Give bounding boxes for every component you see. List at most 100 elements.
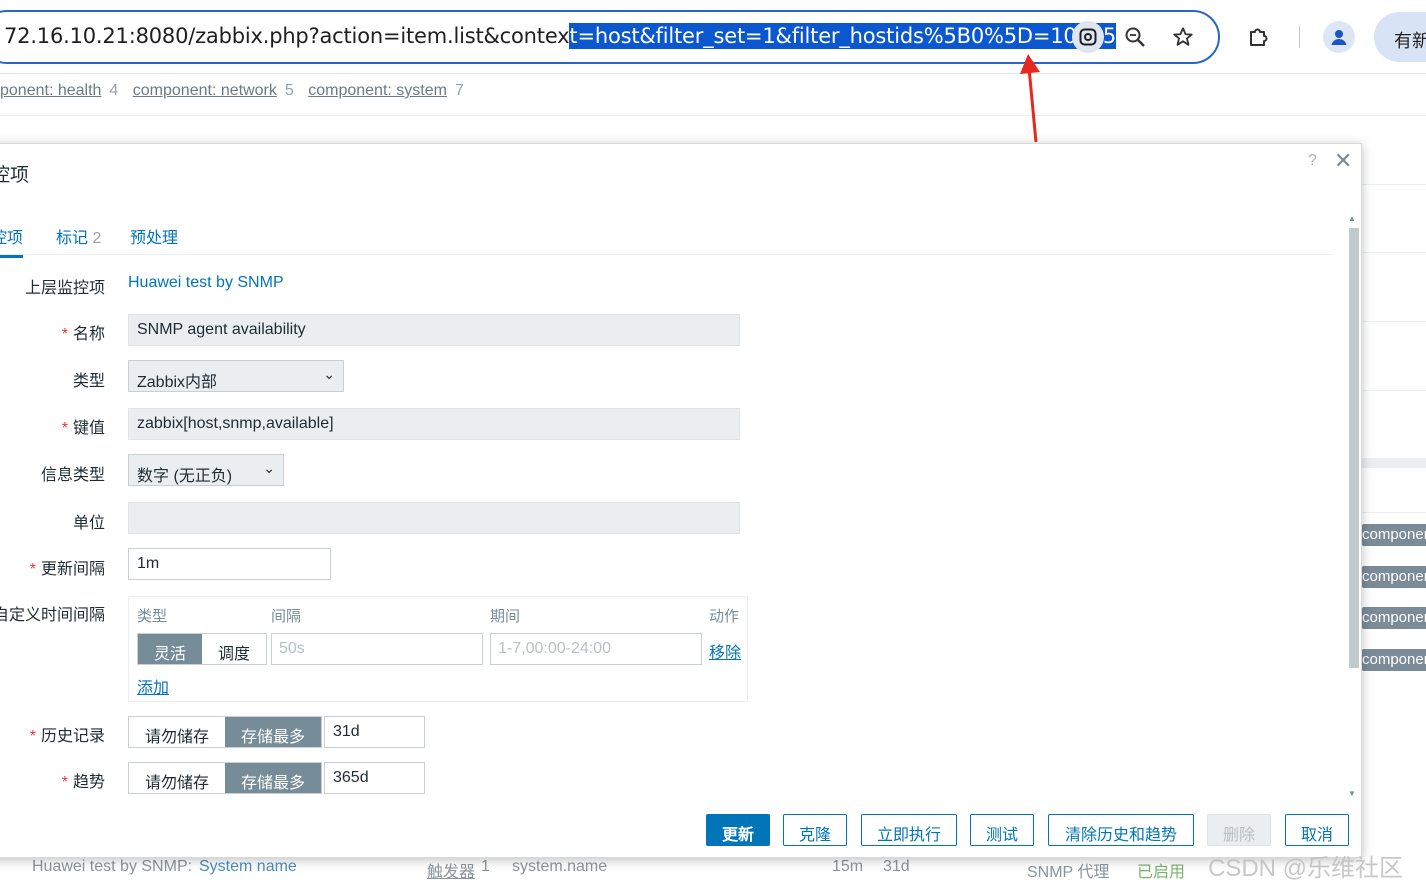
column-header-period: 期间 <box>490 608 521 625</box>
tag-system[interactable]: component: system <box>308 82 447 99</box>
tag-count: 4 <box>109 82 119 99</box>
row-trigger-count: 1 <box>481 858 490 875</box>
tag-count: 5 <box>284 82 294 99</box>
key-field[interactable]: zabbix[host,snmp,available] <box>128 408 740 440</box>
info-type-value: 数字 (无正负) <box>137 468 233 485</box>
row-type: SNMP 代理 <box>1027 864 1110 881</box>
custom-intervals-label: 自定义时间间隔 <box>0 607 105 624</box>
row-interval: 15m <box>832 858 864 875</box>
divider <box>1362 512 1426 513</box>
trends-label: * 趋势 <box>61 774 105 791</box>
watermark-text: CSDN @乐维社区 <box>1208 855 1404 882</box>
custom-period-input[interactable]: 1-7,00:00-24:00 <box>490 633 702 665</box>
column-header-action: 动作 <box>709 608 740 625</box>
tab-count: 2 <box>92 230 102 247</box>
add-interval-link[interactable]: 添加 <box>137 674 169 698</box>
row-status[interactable]: 已启用 <box>1137 858 1185 882</box>
tag-filter-list: ponent: health 4 component: network 5 comp… <box>0 82 474 100</box>
annotation-arrow-icon <box>1020 54 1040 143</box>
type-select-value: Zabbix内部 <box>137 374 218 391</box>
profile-avatar-icon[interactable] <box>1323 21 1355 53</box>
delete-button: 删除 <box>1207 814 1271 846</box>
update-interval-label: * 更新间隔 <box>29 561 105 578</box>
units-field[interactable] <box>128 502 740 534</box>
divider <box>1362 184 1426 185</box>
custom-interval-input[interactable]: 50s <box>271 633 483 665</box>
dialog-tabs: 控项 标记 2 预处理 <box>0 220 1331 258</box>
component-tag-badge[interactable]: componen <box>1362 607 1426 629</box>
tag-network[interactable]: component: network <box>133 82 277 99</box>
tab-tags[interactable]: 标记 2 <box>56 224 101 248</box>
history-period-field[interactable]: 31d <box>324 716 425 748</box>
tag-count: 7 <box>454 82 464 99</box>
trends-store-up-to-option[interactable]: 存储最多 <box>225 763 322 793</box>
url-text[interactable]: 72.16.10.21:8080/zabbix.php?action=item.… <box>4 23 1116 49</box>
divider <box>1362 252 1426 253</box>
scheduling-option[interactable]: 调度 <box>202 634 267 664</box>
divider <box>0 115 1426 116</box>
column-header-type: 类型 <box>137 608 168 625</box>
trends-storage-toggle: 请勿储存 存储最多 <box>128 762 323 794</box>
zoom-icon[interactable] <box>1120 22 1150 52</box>
column-header-interval: 间隔 <box>271 608 302 625</box>
chevron-down-icon: ⌄ <box>323 366 335 382</box>
row-host: Huawei test by SNMP: <box>32 858 193 875</box>
custom-intervals-table: 类型 间隔 期间 动作 灵活 调度 50s 1-7,00:00-24:00 移除… <box>128 596 748 702</box>
bookmark-star-icon[interactable] <box>1168 22 1198 52</box>
units-label: 单位 <box>72 515 105 532</box>
trends-period-field[interactable]: 365d <box>324 762 425 794</box>
toolbar-divider <box>1299 26 1300 48</box>
update-available-button[interactable]: 有新 <box>1374 12 1426 62</box>
row-history: 31d <box>883 858 910 875</box>
type-select[interactable]: Zabbix内部 ⌄ <box>128 360 344 392</box>
update-button[interactable]: 更新 <box>706 814 770 846</box>
close-icon[interactable]: ✕ <box>1334 148 1352 174</box>
history-do-not-store-option[interactable]: 请勿储存 <box>129 717 226 747</box>
execute-now-button[interactable]: 立即执行 <box>861 814 957 846</box>
divider <box>1362 390 1426 391</box>
item-edit-dialog: 控项 ? ✕ 控项 标记 2 预处理 ▲ ▼ 上层监控项 Huawei test… <box>0 143 1362 858</box>
table-header-strip <box>1362 458 1426 468</box>
cancel-button[interactable]: 取消 <box>1285 814 1349 846</box>
url-prefix: 72.16.10.21:8080/zabbix.php?action=item.… <box>4 24 570 48</box>
name-label: * 名称 <box>61 326 105 343</box>
extensions-icon[interactable] <box>1244 22 1274 52</box>
parent-item-link[interactable]: Huawei test by SNMP <box>128 274 284 292</box>
component-tag-badge[interactable]: componen <box>1362 649 1426 671</box>
key-label: * 键值 <box>61 420 105 437</box>
type-label: 类型 <box>72 373 105 390</box>
row-item-link[interactable]: System name <box>199 858 297 876</box>
component-tag-badge[interactable]: componen <box>1362 524 1426 546</box>
google-lens-icon[interactable] <box>1072 21 1104 53</box>
interval-type-toggle: 灵活 调度 <box>137 633 268 665</box>
divider <box>1362 321 1426 322</box>
update-interval-field[interactable]: 1m <box>128 548 331 580</box>
info-type-label: 信息类型 <box>40 467 105 484</box>
history-storage-toggle: 请勿储存 存储最多 <box>128 716 323 748</box>
tab-label: 标记 <box>56 230 89 247</box>
remove-interval-link[interactable]: 移除 <box>709 639 741 663</box>
scrollbar-thumb[interactable] <box>1349 228 1359 668</box>
dialog-title: 控项 <box>0 165 30 186</box>
browser-toolbar: 72.16.10.21:8080/zabbix.php?action=item.… <box>0 0 1426 74</box>
tab-label: 控项 <box>0 230 24 247</box>
tag-health[interactable]: ponent: health <box>0 82 101 99</box>
clone-button[interactable]: 克隆 <box>783 814 847 846</box>
history-store-up-to-option[interactable]: 存储最多 <box>225 717 322 747</box>
flexible-option[interactable]: 灵活 <box>138 634 203 664</box>
row-triggers-link[interactable]: 触发器 <box>427 858 475 882</box>
tab-item[interactable]: 控项 <box>0 224 24 258</box>
tab-preprocessing[interactable]: 预处理 <box>130 224 178 248</box>
scroll-down-arrow-icon[interactable]: ▼ <box>1348 789 1356 798</box>
scroll-up-arrow-icon[interactable]: ▲ <box>1348 214 1356 223</box>
tab-label: 预处理 <box>130 230 179 247</box>
test-button[interactable]: 测试 <box>970 814 1034 846</box>
clear-history-button[interactable]: 清除历史和趋势 <box>1048 814 1194 846</box>
info-type-select[interactable]: 数字 (无正负) ⌄ <box>128 454 284 486</box>
help-icon[interactable]: ? <box>1308 152 1317 170</box>
name-field[interactable]: SNMP agent availability <box>128 314 740 346</box>
component-tag-badge[interactable]: componen <box>1362 566 1426 588</box>
chevron-down-icon: ⌄ <box>263 460 275 476</box>
trends-do-not-store-option[interactable]: 请勿储存 <box>129 763 226 793</box>
row-key: system.name <box>512 858 608 875</box>
